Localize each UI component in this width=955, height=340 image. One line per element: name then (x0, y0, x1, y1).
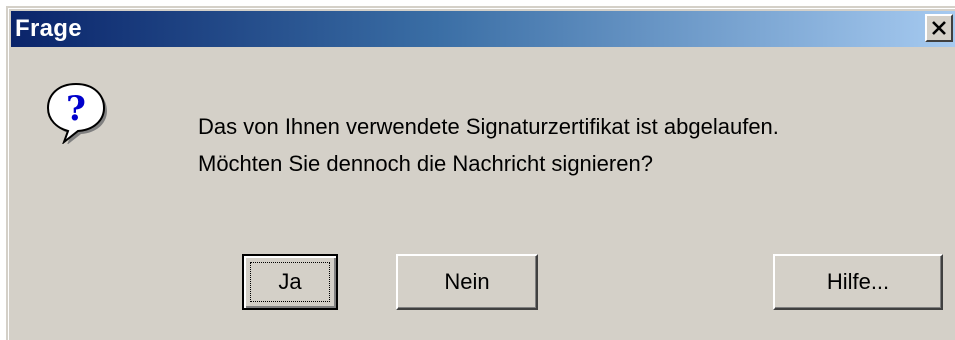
svg-text:?: ? (66, 89, 86, 129)
help-button[interactable]: Hilfe... (773, 254, 943, 310)
message-line-2: Möchten Sie dennoch die Nachricht signie… (198, 151, 653, 176)
no-button-label: Nein (444, 269, 490, 294)
close-icon (932, 21, 946, 35)
question-dialog: Frage ? Das von Ihnen verwendete Signatu… (6, 6, 955, 340)
no-button[interactable]: Nein (396, 254, 538, 310)
focus-indicator (250, 262, 330, 302)
title-bar[interactable]: Frage (11, 11, 955, 47)
window-title: Frage (15, 15, 82, 42)
message-line-1: Das von Ihnen verwendete Signaturzertifi… (198, 114, 779, 139)
close-button[interactable] (925, 14, 953, 42)
help-button-label: Hilfe... (826, 269, 890, 294)
yes-button[interactable]: Ja (242, 254, 338, 310)
question-icon: ? (46, 82, 107, 144)
message-text: Das von Ihnen verwendete Signaturzertifi… (198, 108, 779, 182)
